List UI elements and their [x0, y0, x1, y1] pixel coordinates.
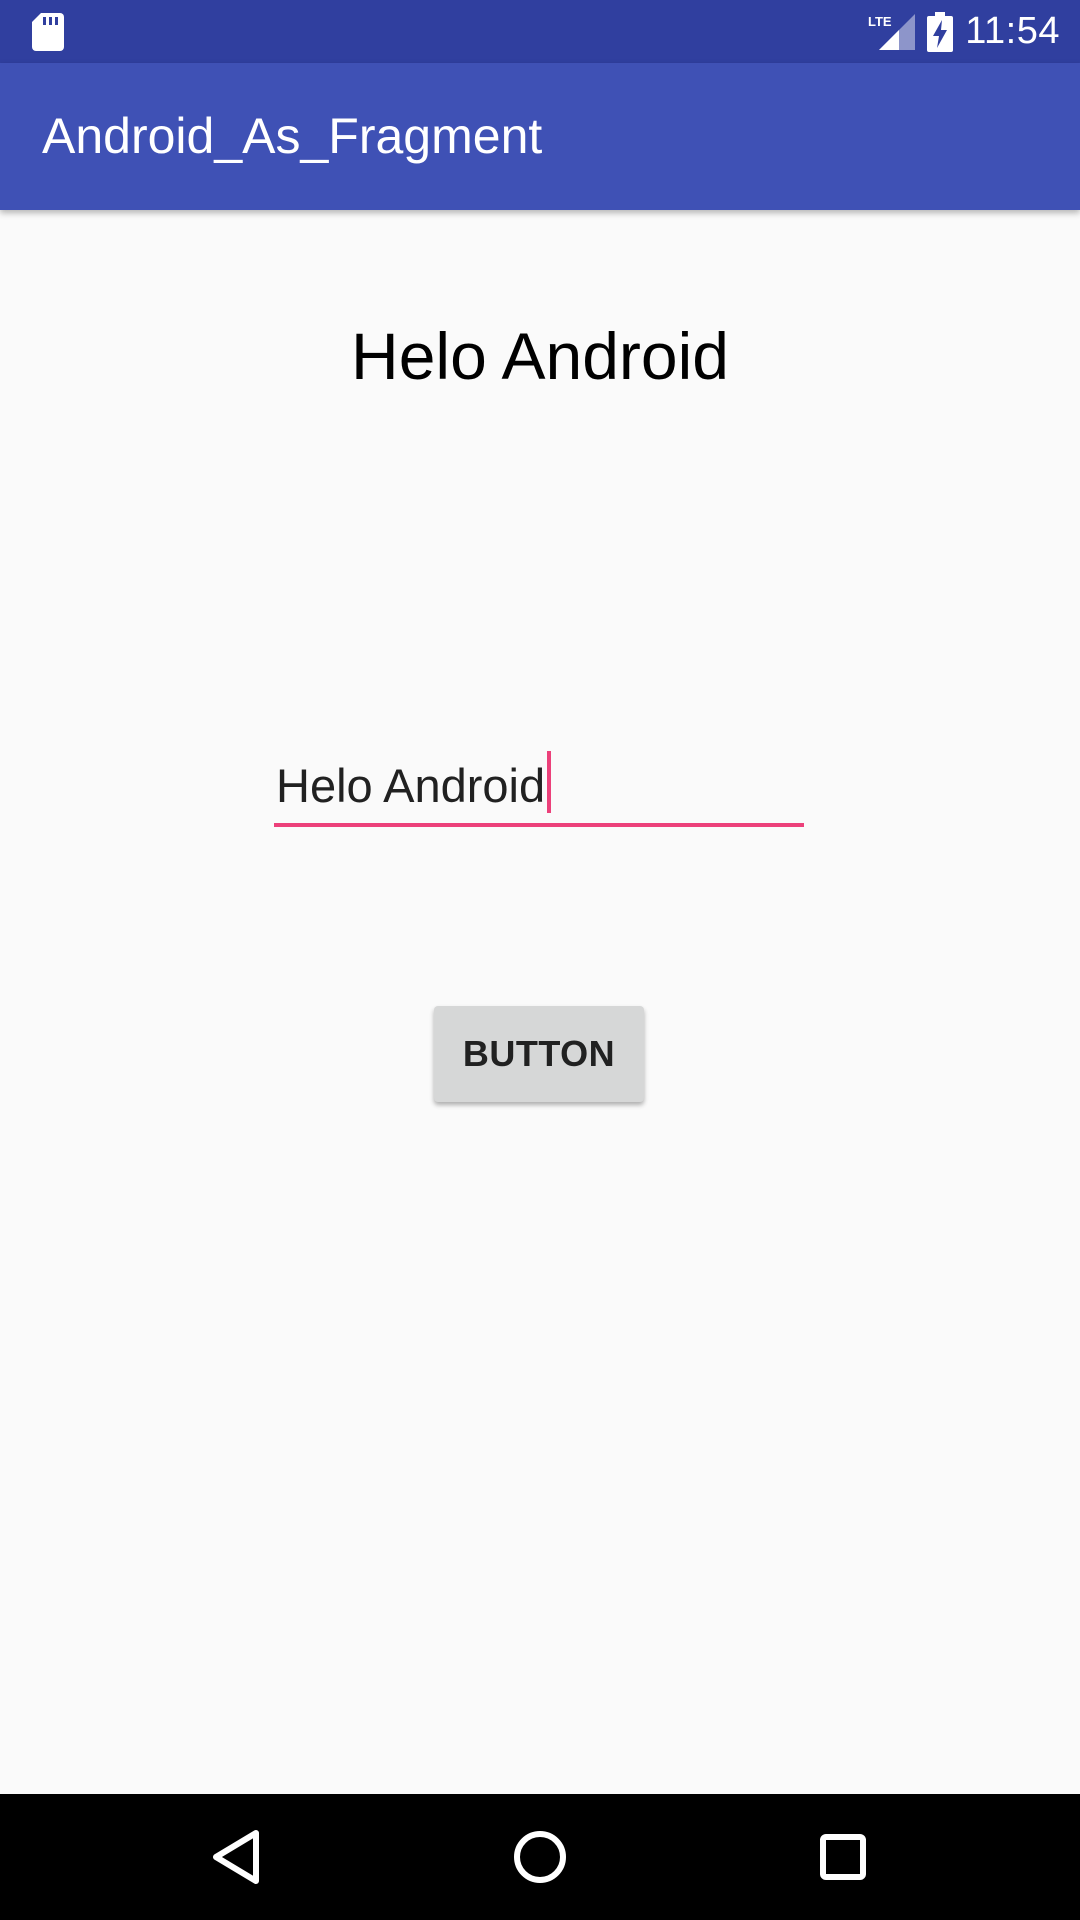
- sd-card-icon: [32, 13, 64, 51]
- text-input-value-wrapper: Helo Android: [276, 751, 552, 813]
- app-title: Android_As_Fragment: [42, 108, 543, 164]
- hello-heading: Helo Android: [351, 319, 729, 393]
- recents-button[interactable]: [803, 1817, 883, 1897]
- network-type-label: LTE: [868, 14, 892, 29]
- home-button[interactable]: [500, 1817, 580, 1897]
- text-input-value: Helo Android: [276, 758, 546, 812]
- status-bar: LTE 11:54: [0, 0, 1080, 63]
- back-icon: [213, 1830, 259, 1884]
- recents-icon: [820, 1834, 866, 1880]
- home-icon: [514, 1831, 566, 1883]
- lte-signal-icon: LTE: [868, 13, 916, 50]
- back-button[interactable]: [196, 1817, 276, 1897]
- app-bar: Android_As_Fragment: [0, 63, 1080, 210]
- battery-charging-icon: [927, 11, 954, 52]
- text-input[interactable]: Helo Android: [274, 745, 804, 827]
- status-icons: LTE 11:54: [867, 0, 1060, 63]
- navigation-bar: [0, 1794, 1080, 1920]
- status-time: 11:54: [965, 10, 1060, 52]
- text-cursor: [547, 751, 552, 813]
- action-button[interactable]: BUTTON: [434, 1006, 644, 1102]
